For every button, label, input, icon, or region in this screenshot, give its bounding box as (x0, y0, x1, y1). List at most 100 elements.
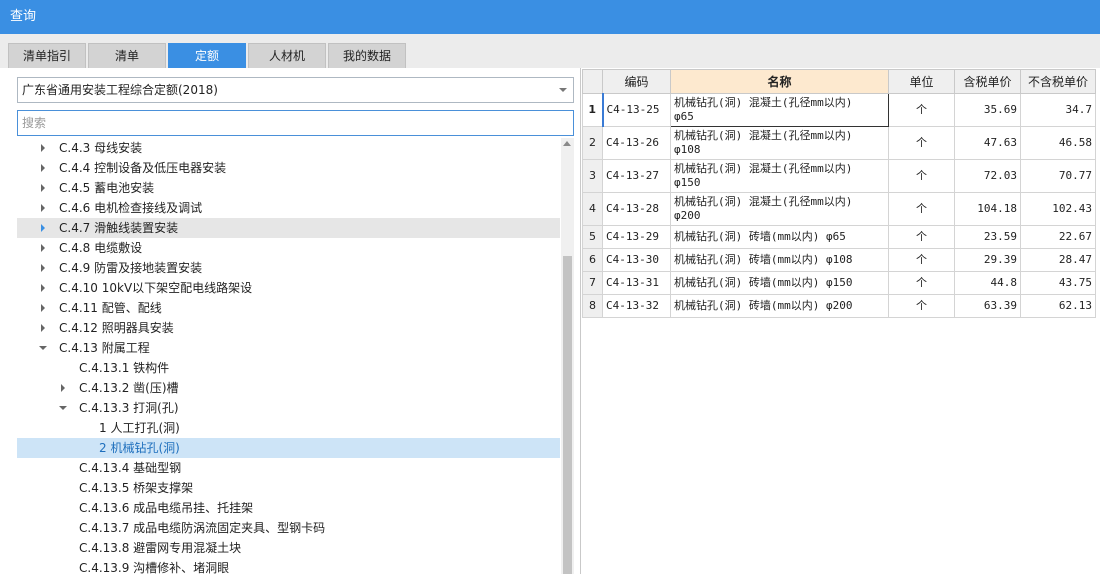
tree-node[interactable]: C.4.11 配管、配线 (17, 298, 560, 318)
expand-arrow-icon[interactable] (37, 298, 49, 318)
table-row[interactable]: 4 C4-13-28 机械钻孔(洞) 混凝土(孔径mm以内) φ200 个 104.18 1… (582, 192, 1096, 226)
tab-quota[interactable]: 定额 (168, 43, 246, 68)
code-cell[interactable]: C4-13-27 (602, 159, 671, 193)
price-with-tax-cell[interactable]: 23.59 (954, 225, 1021, 249)
table-row[interactable]: 3 C4-13-27 机械钻孔(洞) 混凝土(孔径mm以内) φ150 个 72.03 70… (582, 159, 1096, 193)
code-cell[interactable]: C4-13-26 (602, 126, 671, 160)
unit-cell[interactable]: 个 (888, 93, 955, 127)
expand-arrow-icon[interactable] (37, 238, 49, 258)
unit-cell[interactable]: 个 (888, 192, 955, 226)
header-price-with-tax[interactable]: 含税单价 (954, 69, 1021, 94)
collapse-arrow-icon[interactable] (37, 338, 49, 358)
price-without-tax-cell[interactable]: 43.75 (1020, 271, 1096, 295)
name-cell[interactable]: 机械钻孔(洞) 砖墙(mm以内) φ108 (670, 248, 889, 272)
tree-node[interactable]: C.4.4 控制设备及低压电器安装 (17, 158, 560, 178)
tree-node[interactable]: C.4.13.6 成品电缆吊挂、托挂架 (17, 498, 560, 518)
name-cell[interactable]: 机械钻孔(洞) 混凝土(孔径mm以内) φ108 (670, 126, 889, 160)
tree-node[interactable]: C.4.13.4 基础型钢 (17, 458, 560, 478)
expand-arrow-icon[interactable] (37, 258, 49, 278)
tree-node[interactable]: C.4.9 防雷及接地装置安装 (17, 258, 560, 278)
header-unit[interactable]: 单位 (888, 69, 955, 94)
name-cell[interactable]: 机械钻孔(洞) 混凝土(孔径mm以内) φ200 (670, 192, 889, 226)
table-row[interactable]: 7 C4-13-31 机械钻孔(洞) 砖墙(mm以内) φ150 个 44.8 43.75 (582, 271, 1096, 295)
unit-cell[interactable]: 个 (888, 126, 955, 160)
tree-node[interactable]: C.4.13.9 沟槽修补、堵洞眼 (17, 558, 560, 574)
expand-arrow-icon[interactable] (37, 198, 49, 218)
expand-arrow-icon[interactable] (37, 278, 49, 298)
name-cell[interactable]: 机械钻孔(洞) 砖墙(mm以内) φ200 (670, 294, 889, 318)
tab-labor-material-machine[interactable]: 人材机 (248, 43, 326, 68)
expand-arrow-icon[interactable] (37, 318, 49, 338)
tree-node[interactable]: C.4.6 电机检查接线及调试 (17, 198, 560, 218)
tree-node[interactable]: C.4.13.2 凿(压)槽 (17, 378, 560, 398)
tree-node[interactable]: C.4.13.5 桥架支撑架 (17, 478, 560, 498)
tab-my-data[interactable]: 我的数据 (328, 43, 406, 68)
price-with-tax-cell[interactable]: 35.69 (954, 93, 1021, 127)
tree-node[interactable]: C.4.5 蓄电池安装 (17, 178, 560, 198)
collapse-arrow-icon[interactable] (57, 398, 69, 418)
tree-node[interactable]: C.4.13 附属工程 (17, 338, 560, 358)
expand-arrow-icon[interactable] (37, 138, 49, 158)
unit-cell[interactable]: 个 (888, 294, 955, 318)
tree-node[interactable]: 1 人工打孔(洞) (17, 418, 560, 438)
price-without-tax-cell[interactable]: 62.13 (1020, 294, 1096, 318)
expand-arrow-icon[interactable] (57, 378, 69, 398)
price-with-tax-cell[interactable]: 104.18 (954, 192, 1021, 226)
expand-arrow-icon[interactable] (37, 178, 49, 198)
table-row[interactable]: 1 C4-13-25 机械钻孔(洞) 混凝土(孔径mm以内) φ65 个 35.69 34.… (582, 93, 1096, 127)
header-name[interactable]: 名称 (670, 69, 889, 94)
unit-cell[interactable]: 个 (888, 248, 955, 272)
quota-library-select[interactable]: 广东省通用安装工程综合定额(2018) (17, 77, 574, 103)
price-with-tax-cell[interactable]: 29.39 (954, 248, 1021, 272)
code-cell[interactable]: C4-13-25 (601, 93, 671, 127)
price-with-tax-cell[interactable]: 44.8 (954, 271, 1021, 295)
header-price-without-tax[interactable]: 不含税单价 (1020, 69, 1096, 94)
tree-node[interactable]: C.4.13.1 铁构件 (17, 358, 560, 378)
tree-node[interactable]: C.4.13.3 打洞(孔) (17, 398, 560, 418)
price-with-tax-cell[interactable]: 47.63 (954, 126, 1021, 160)
table-row[interactable]: 2 C4-13-26 机械钻孔(洞) 混凝土(孔径mm以内) φ108 个 47.63 46… (582, 126, 1096, 160)
table-row[interactable]: 6 C4-13-30 机械钻孔(洞) 砖墙(mm以内) φ108 个 29.39 28.4… (582, 248, 1096, 272)
unit-cell[interactable]: 个 (888, 159, 955, 193)
unit-cell[interactable]: 个 (888, 271, 955, 295)
expand-arrow-icon[interactable] (37, 218, 49, 238)
code-cell[interactable]: C4-13-28 (602, 192, 671, 226)
name-cell[interactable]: 机械钻孔(洞) 砖墙(mm以内) φ65 (670, 225, 889, 249)
code-cell[interactable]: C4-13-31 (602, 271, 671, 295)
row-number-cell: 3 (582, 159, 603, 193)
table-row[interactable]: 5 C4-13-29 机械钻孔(洞) 砖墙(mm以内) φ65 个 23.59 22.67 (582, 225, 1096, 249)
code-cell[interactable]: C4-13-32 (602, 294, 671, 318)
tab-bill[interactable]: 清单 (88, 43, 166, 68)
code-cell[interactable]: C4-13-29 (602, 225, 671, 249)
tree-vertical-scrollbar[interactable] (561, 138, 574, 574)
price-with-tax-cell[interactable]: 63.39 (954, 294, 1021, 318)
name-cell[interactable]: 机械钻孔(洞) 混凝土(孔径mm以内) φ65 (670, 93, 889, 127)
unit-cell[interactable]: 个 (888, 225, 955, 249)
expand-arrow-icon[interactable] (37, 158, 49, 178)
tree-node[interactable]: C.4.10 10kV以下架空配电线路架设 (17, 278, 560, 298)
scroll-up-arrow-icon[interactable] (563, 141, 571, 146)
header-code[interactable]: 编码 (602, 69, 671, 94)
price-without-tax-cell[interactable]: 34.7 (1020, 93, 1096, 127)
tree-node[interactable]: C.4.8 电缆敷设 (17, 238, 560, 258)
code-cell[interactable]: C4-13-30 (602, 248, 671, 272)
tree-node-label: C.4.13.1 铁构件 (79, 361, 170, 375)
price-with-tax-cell[interactable]: 72.03 (954, 159, 1021, 193)
price-without-tax-cell[interactable]: 102.43 (1020, 192, 1096, 226)
price-without-tax-cell[interactable]: 28.47 (1020, 248, 1096, 272)
tree-node[interactable]: C.4.12 照明器具安装 (17, 318, 560, 338)
price-without-tax-cell[interactable]: 70.77 (1020, 159, 1096, 193)
price-without-tax-cell[interactable]: 46.58 (1020, 126, 1096, 160)
table-row[interactable]: 8 C4-13-32 机械钻孔(洞) 砖墙(mm以内) φ200 个 63.39 62.1… (582, 294, 1096, 318)
tree-node[interactable]: C.4.7 滑触线装置安装 (17, 218, 560, 238)
tree-node[interactable]: 2 机械钻孔(洞) (17, 438, 560, 458)
tree-node[interactable]: C.4.13.7 成品电缆防涡流固定夹具、型钢卡码 (17, 518, 560, 538)
name-cell[interactable]: 机械钻孔(洞) 混凝土(孔径mm以内) φ150 (670, 159, 889, 193)
name-cell[interactable]: 机械钻孔(洞) 砖墙(mm以内) φ150 (670, 271, 889, 295)
tree-search-input[interactable] (17, 110, 574, 136)
tree-node[interactable]: C.4.13.8 避雷网专用混凝土块 (17, 538, 560, 558)
price-without-tax-cell[interactable]: 22.67 (1020, 225, 1096, 249)
tree-node[interactable]: C.4.3 母线安装 (17, 138, 560, 158)
scrollbar-thumb[interactable] (563, 256, 572, 574)
tab-bill-guide[interactable]: 清单指引 (8, 43, 86, 68)
